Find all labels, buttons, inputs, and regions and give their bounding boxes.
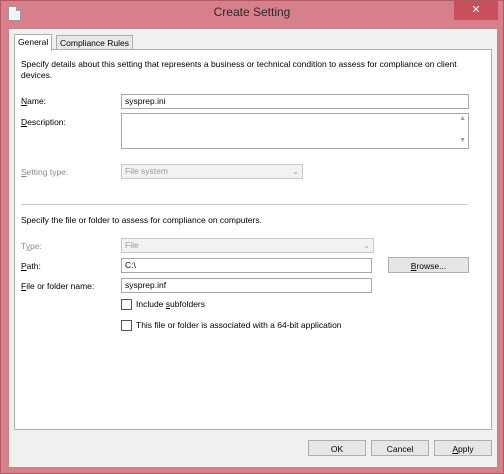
close-button[interactable]: ✕ <box>454 1 498 20</box>
dialog-window: Create Setting ✕ General Compliance Rule… <box>0 0 504 474</box>
chevron-down-icon: ⌄ <box>292 167 299 176</box>
setting-type-value: File system <box>125 166 168 176</box>
type-value: File <box>125 240 139 250</box>
general-tab-panel: Specify details about this setting that … <box>14 49 492 430</box>
section-divider <box>21 204 468 205</box>
name-label: Name: <box>21 96 47 106</box>
tab-general[interactable]: General <box>14 34 53 51</box>
scroll-down-arrow-icon[interactable]: ▼ <box>459 137 466 144</box>
ok-button[interactable]: OK <box>308 440 366 456</box>
cancel-button[interactable]: Cancel <box>371 440 429 456</box>
type-label: Type: <box>21 241 42 251</box>
chevron-down-icon: ⌄ <box>363 241 370 250</box>
file-name-label: File or folder name: <box>21 281 95 291</box>
include-subfolders-checkbox[interactable] <box>121 299 132 310</box>
is64bit-label[interactable]: This file or folder is associated with a… <box>136 320 342 330</box>
setting-type-combo: File system ⌄ <box>121 164 303 179</box>
tab-compliance-rules[interactable]: Compliance Rules <box>56 35 133 50</box>
setting-intro-text: Specify details about this setting that … <box>21 59 457 80</box>
apply-button[interactable]: Apply <box>434 440 492 456</box>
file-name-input[interactable]: sysprep.inf <box>121 278 372 293</box>
title-bar[interactable]: Create Setting ✕ <box>1 1 503 25</box>
dialog-client-area: General Compliance Rules Specify details… <box>8 28 498 468</box>
setting-type-label: Setting type: <box>21 167 69 177</box>
type-combo: File ⌄ <box>121 238 374 253</box>
file-intro-text: Specify the file or folder to assess for… <box>21 215 262 225</box>
scroll-up-arrow-icon[interactable]: ▲ <box>459 115 466 122</box>
include-subfolders-label[interactable]: Include subfolders <box>136 299 205 309</box>
name-input[interactable]: sysprep.ini <box>121 94 469 109</box>
window-title: Create Setting <box>213 5 291 19</box>
path-input[interactable]: C:\ <box>121 258 372 273</box>
browse-button[interactable]: Browse... <box>388 257 469 273</box>
description-label: Description: <box>21 117 66 127</box>
is64bit-checkbox[interactable] <box>121 320 132 331</box>
path-label: Path: <box>21 261 41 271</box>
description-textarea[interactable]: ▲ ▼ <box>121 113 469 149</box>
